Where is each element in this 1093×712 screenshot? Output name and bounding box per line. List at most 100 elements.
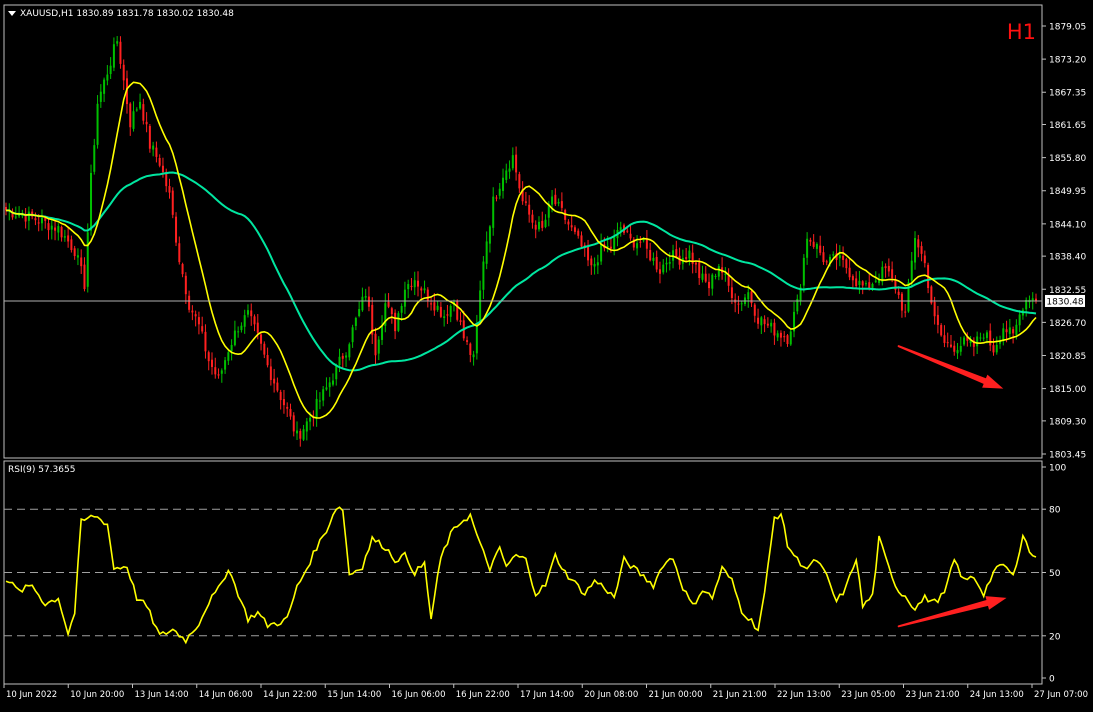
candle-body	[237, 331, 240, 333]
candle-body	[1018, 314, 1021, 326]
candle-body	[475, 323, 478, 354]
candle-body	[933, 301, 936, 317]
candle-body	[665, 262, 668, 265]
candle-body	[698, 262, 701, 279]
candle-body	[557, 202, 560, 204]
time-tick-label: 27 Jun 07:00	[1034, 690, 1088, 700]
price-tick-label: 1832.55	[1049, 286, 1086, 296]
candle-body	[269, 366, 272, 380]
candle-body	[701, 273, 704, 280]
candle-body	[923, 255, 926, 264]
candle[interactable]	[789, 329, 792, 346]
candle[interactable]	[148, 123, 151, 153]
candle-body	[593, 263, 596, 267]
candle-body	[573, 227, 576, 232]
candle[interactable]	[86, 223, 89, 293]
symbol-header: XAUUSD,H1 1830.89 1831.78 1830.02 1830.4…	[8, 9, 234, 19]
candle[interactable]	[397, 311, 400, 333]
candle-body	[377, 339, 380, 354]
candle-body	[639, 241, 642, 243]
candle-body	[348, 344, 351, 358]
candle-body	[67, 235, 70, 242]
candle-body	[403, 289, 406, 307]
candle-body	[567, 221, 570, 225]
candle-body	[1005, 329, 1008, 333]
price-tick-label: 1879.05	[1049, 23, 1086, 33]
candle-body	[289, 408, 292, 417]
candle[interactable]	[90, 164, 93, 236]
candle-body	[832, 254, 835, 256]
candle-body	[250, 310, 253, 317]
candle-body	[560, 201, 563, 208]
candle-body	[184, 275, 187, 295]
candle-body	[152, 145, 155, 150]
time-tick-label: 13 Jun 14:00	[135, 690, 189, 700]
candle-body	[685, 257, 688, 259]
time-tick-label: 23 Jun 05:00	[841, 690, 895, 700]
candle-body	[541, 220, 544, 228]
candle-body	[374, 333, 377, 356]
candle-body	[842, 255, 845, 260]
candle-body	[786, 335, 789, 345]
candle-body	[341, 355, 344, 359]
candle-body	[86, 232, 89, 287]
price-tick-label: 1815.00	[1049, 385, 1086, 395]
candle-body	[292, 415, 295, 432]
candle-body	[211, 359, 213, 367]
candle-body	[181, 264, 184, 275]
candle-body	[456, 301, 459, 320]
candle-body	[354, 317, 357, 326]
candle-body	[1015, 324, 1018, 335]
candle-body	[861, 281, 864, 286]
candle-body	[887, 265, 890, 272]
candle-body	[949, 344, 952, 347]
candle-body	[361, 296, 364, 311]
candle-body	[224, 360, 227, 370]
price-tick-label: 1803.45	[1049, 451, 1086, 461]
candle-body	[328, 382, 331, 388]
candle-body	[96, 103, 99, 145]
candle-body	[802, 257, 805, 286]
candle-body	[809, 239, 812, 242]
candle-body	[286, 406, 289, 409]
candle-body	[904, 311, 907, 313]
candle-body	[279, 391, 282, 401]
candle-body	[27, 211, 30, 221]
candle[interactable]	[171, 187, 174, 219]
candle-body	[845, 259, 848, 269]
candle-body	[551, 196, 554, 205]
candle-body	[197, 317, 200, 325]
chart-canvas[interactable]: 1879.05 1873.20 1867.35 1861.65 1855.80 1849.…	[0, 0, 1093, 708]
candle-body	[815, 243, 818, 249]
candle[interactable]	[456, 299, 459, 322]
candle-body	[302, 429, 305, 440]
candle-body	[194, 314, 197, 317]
candle-body	[917, 239, 920, 248]
candle-body	[426, 289, 429, 302]
price-tick-label: 1849.95	[1049, 187, 1086, 197]
timeframe-badge: H1	[1007, 20, 1036, 44]
candle-body	[976, 336, 979, 347]
candle-body	[338, 356, 341, 366]
candle-body	[914, 238, 917, 263]
candle-body	[783, 336, 786, 338]
chart-window[interactable]: 1879.05 1873.20 1867.35 1861.65 1855.80 1849.…	[0, 0, 1093, 708]
candle-body	[112, 44, 115, 68]
time-tick-label: 10 Jun 20:00	[70, 690, 124, 700]
candle-body	[145, 121, 148, 125]
candle-body	[668, 262, 671, 264]
candle[interactable]	[175, 212, 178, 247]
candle-body	[691, 252, 694, 264]
candle-body	[717, 266, 720, 277]
candle-body	[577, 230, 580, 236]
candle-body	[763, 319, 766, 325]
candle[interactable]	[930, 285, 933, 305]
candle-body	[436, 305, 439, 310]
candle[interactable]	[940, 323, 943, 337]
candle-body	[995, 344, 998, 353]
candle-body	[855, 278, 858, 287]
time-tick-label: 24 Jun 13:00	[970, 690, 1024, 700]
candle-body	[273, 378, 276, 384]
candle-body	[488, 226, 491, 244]
candle-body	[201, 326, 204, 332]
